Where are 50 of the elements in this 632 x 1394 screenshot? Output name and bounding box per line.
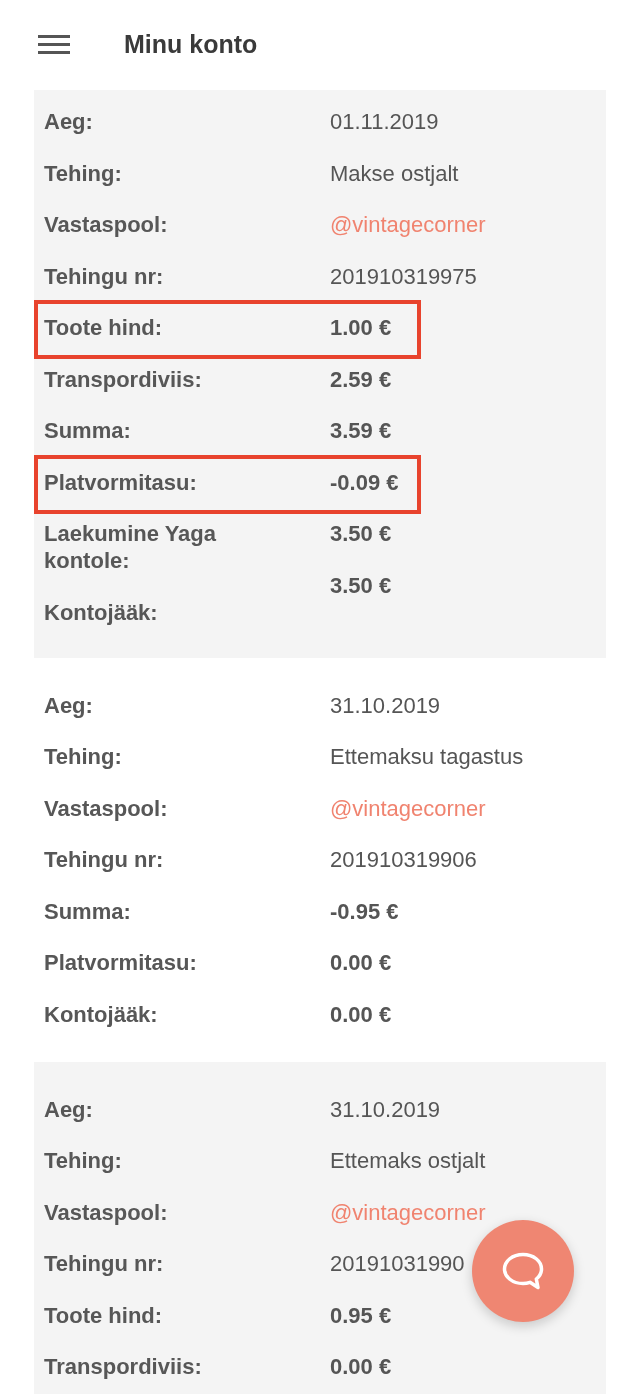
field-value: 20191031990: [330, 1250, 465, 1277]
field-value: Ettemaks ostjalt: [330, 1147, 486, 1174]
amount-value: -0.95 €: [330, 897, 399, 925]
amount-value: 3.59 €: [330, 417, 392, 444]
field-label: Vastaspool:: [44, 794, 168, 822]
field-label: Transpordiviis:: [44, 1353, 202, 1380]
field-label: Platvormitasu:: [44, 949, 197, 976]
field-label: Summa:: [44, 417, 131, 444]
field-label: Transpordiviis:: [44, 365, 202, 393]
field-label: Aeg:: [44, 108, 93, 135]
username-link[interactable]: @vintagecorner: [330, 794, 486, 822]
field-value: 01.11.2019: [330, 108, 439, 135]
amount-value: 0.00 €: [330, 1353, 392, 1380]
field-label: Vastaspool:: [44, 1198, 168, 1226]
menu-button[interactable]: [38, 34, 70, 54]
field-value: 31.10.2019: [330, 691, 441, 719]
field-label: Tehing:: [44, 159, 122, 187]
amount-value: 0.00 €: [330, 1000, 392, 1028]
amount-value: 3.50 €: [330, 571, 392, 599]
amount-value: 1.00 €: [330, 314, 392, 341]
field-label: Kontojääk:: [44, 1000, 158, 1028]
field-label: Laekumine Yaga kontole:: [44, 520, 217, 574]
field-label: Tehingu nr:: [44, 1250, 164, 1277]
amount-value: 3.50 €: [330, 520, 392, 547]
field-label: Platvormitasu:: [44, 468, 197, 496]
username-link[interactable]: @vintagecorner: [330, 1198, 486, 1226]
field-label: Aeg:: [44, 1095, 93, 1123]
amount-value: 0.95 €: [330, 1301, 392, 1329]
chat-bubble-icon: [502, 1252, 544, 1290]
field-value: 201910319975: [330, 262, 477, 290]
field-value: Ettemaksu tagastus: [330, 743, 524, 770]
field-label: Toote hind:: [44, 314, 163, 341]
page-title: Minu konto: [124, 29, 258, 60]
field-label: Tehing:: [44, 1147, 122, 1174]
field-label: Kontojääk:: [44, 598, 158, 626]
amount-value: -0.09 €: [330, 468, 399, 496]
menu-icon: [38, 34, 70, 54]
field-label: Aeg:: [44, 691, 93, 719]
field-label: Vastaspool:: [44, 211, 168, 238]
field-value: Makse ostjalt: [330, 159, 459, 187]
field-label: Tehingu nr:: [44, 262, 164, 290]
field-label: Toote hind:: [44, 1301, 163, 1329]
amount-value: 2.59 €: [330, 365, 392, 393]
field-value: 201910319906: [330, 846, 477, 873]
username-link[interactable]: @vintagecorner: [330, 211, 486, 238]
field-label: Summa:: [44, 897, 131, 925]
field-label: Tehingu nr:: [44, 846, 164, 873]
field-label: Tehing:: [44, 743, 122, 770]
field-value: 31.10.2019: [330, 1095, 441, 1123]
amount-value: 0.00 €: [330, 949, 392, 976]
